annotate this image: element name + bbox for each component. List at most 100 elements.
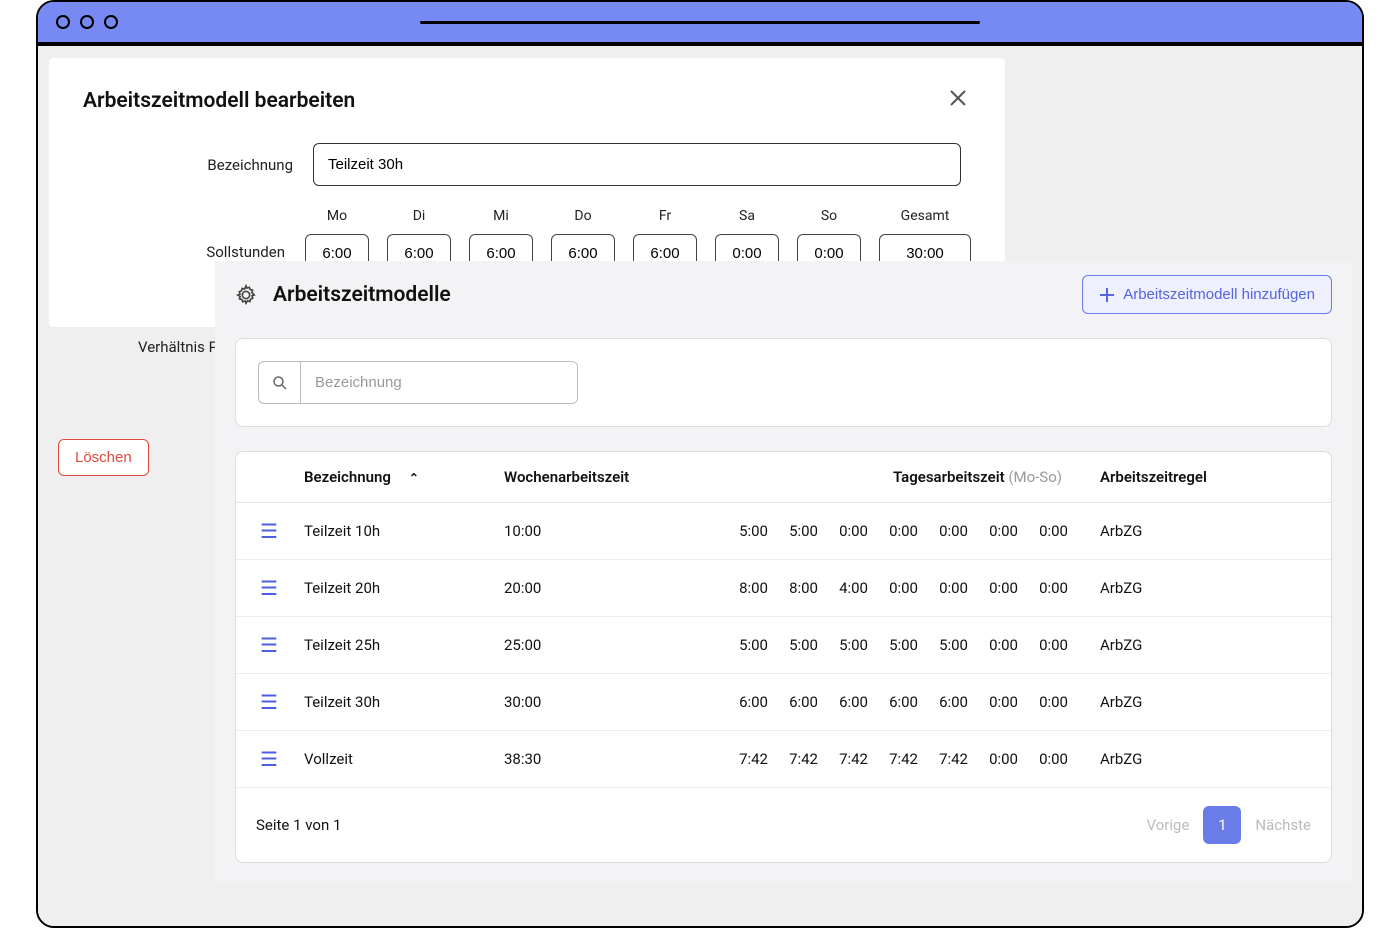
- day-value: 4:00: [832, 579, 868, 597]
- day-value: 0:00: [982, 522, 1018, 540]
- row-days: 7:427:427:427:427:420:000:00: [718, 750, 1068, 768]
- gear-icon[interactable]: [235, 284, 257, 306]
- row-name: Teilzeit 10h: [304, 522, 504, 540]
- table-row[interactable]: ☰ Teilzeit 20h 20:00 8:00 8:00 4:00 0:00 0:0…: [236, 560, 1331, 617]
- window-controls: [56, 15, 118, 29]
- day-value: 6:00: [832, 693, 868, 711]
- day-value: 7:42: [832, 750, 868, 768]
- col-days[interactable]: Tagesarbeitszeit (Mo-So): [718, 468, 1068, 486]
- day-value: 0:00: [832, 522, 868, 540]
- window-maximize-icon[interactable]: [104, 15, 118, 29]
- row-name: Teilzeit 20h: [304, 579, 504, 597]
- name-input[interactable]: [313, 143, 961, 186]
- models-table: Bezeichnung⌃ Wochenarbeitszeit Tagesarbe…: [235, 451, 1332, 863]
- day-header: Fr: [633, 208, 697, 224]
- row-name: Teilzeit 30h: [304, 693, 504, 711]
- pager: Seite 1 von 1 Vorige 1 Nächste: [236, 788, 1331, 862]
- day-value: 5:00: [882, 636, 918, 654]
- day-value: 7:42: [882, 750, 918, 768]
- row-week: 10:00: [504, 522, 718, 540]
- day-value: 0:00: [1032, 522, 1068, 540]
- day-value: 0:00: [1032, 693, 1068, 711]
- row-rule: ArbZG: [1068, 693, 1317, 711]
- day-value: 5:00: [732, 636, 768, 654]
- search-input[interactable]: [301, 362, 577, 403]
- sheet-title: Arbeitszeitmodelle: [273, 283, 451, 307]
- total-header: Gesamt: [879, 208, 971, 224]
- day-value: 0:00: [982, 636, 1018, 654]
- col-rule[interactable]: Arbeitszeitregel: [1068, 468, 1317, 486]
- table-header: Bezeichnung⌃ Wochenarbeitszeit Tagesarbe…: [236, 452, 1331, 503]
- col-name[interactable]: Bezeichnung⌃: [304, 468, 504, 486]
- plus-icon: [1099, 287, 1115, 303]
- row-week: 25:00: [504, 636, 718, 654]
- search-icon[interactable]: [259, 362, 301, 403]
- row-rule: ArbZG: [1068, 636, 1317, 654]
- drag-handle-icon[interactable]: ☰: [250, 747, 304, 771]
- day-value: 5:00: [832, 636, 868, 654]
- day-value: 0:00: [982, 693, 1018, 711]
- close-icon[interactable]: [945, 84, 971, 117]
- row-days: 8:008:004:000:000:000:000:00: [718, 579, 1068, 597]
- sort-asc-icon: ⌃: [409, 471, 419, 485]
- day-header: Mo: [305, 208, 369, 224]
- modal-title: Arbeitszeitmodell bearbeiten: [83, 89, 355, 113]
- day-value: 5:00: [782, 636, 818, 654]
- drag-handle-icon[interactable]: ☰: [250, 519, 304, 543]
- day-value: 0:00: [932, 522, 968, 540]
- day-value: 6:00: [732, 693, 768, 711]
- day-value: 0:00: [1032, 636, 1068, 654]
- drag-handle-icon[interactable]: ☰: [250, 690, 304, 714]
- search-card: [235, 338, 1332, 427]
- pager-next[interactable]: Nächste: [1255, 816, 1311, 834]
- day-value: 0:00: [982, 579, 1018, 597]
- day-header: Di: [387, 208, 451, 224]
- day-value: 0:00: [1032, 750, 1068, 768]
- row-week: 20:00: [504, 579, 718, 597]
- day-header: So: [797, 208, 861, 224]
- row-week: 30:00: [504, 693, 718, 711]
- drag-handle-icon[interactable]: ☰: [250, 576, 304, 600]
- day-value: 5:00: [732, 522, 768, 540]
- day-value: 0:00: [1032, 579, 1068, 597]
- window-minimize-icon[interactable]: [80, 15, 94, 29]
- row-rule: ArbZG: [1068, 522, 1317, 540]
- row-rule: ArbZG: [1068, 579, 1317, 597]
- pager-info: Seite 1 von 1: [256, 816, 341, 834]
- table-row[interactable]: ☰ Teilzeit 10h 10:00 5:00 5:00 0:00 0:00 0:0…: [236, 503, 1331, 560]
- pager-current[interactable]: 1: [1203, 806, 1241, 844]
- titlebar-handle: [420, 21, 980, 24]
- row-days: 6:006:006:006:006:000:000:00: [718, 693, 1068, 711]
- day-value: 0:00: [882, 522, 918, 540]
- add-model-label: Arbeitszeitmodell hinzufügen: [1123, 286, 1315, 303]
- table-row[interactable]: ☰ Vollzeit 38:30 7:427:427:427:427:420:0…: [236, 731, 1331, 788]
- day-value: 8:00: [782, 579, 818, 597]
- row-week: 38:30: [504, 750, 718, 768]
- drag-handle-icon[interactable]: ☰: [250, 633, 304, 657]
- day-value: 8:00: [732, 579, 768, 597]
- day-value: 6:00: [882, 693, 918, 711]
- day-value: 7:42: [782, 750, 818, 768]
- row-days: 5:00 5:00 5:00 5:00 5:00 0:00 0:00: [718, 636, 1068, 654]
- content-area: Arbeitszeitmodell bearbeiten Bezeichnung…: [38, 46, 1362, 926]
- delete-button[interactable]: Löschen: [58, 439, 149, 476]
- day-value: 5:00: [932, 636, 968, 654]
- row-name: Teilzeit 25h: [304, 636, 504, 654]
- add-model-button[interactable]: Arbeitszeitmodell hinzufügen: [1082, 275, 1332, 314]
- row-name: Vollzeit: [304, 750, 504, 768]
- col-week[interactable]: Wochenarbeitszeit: [504, 468, 718, 486]
- row-days: 5:00 5:00 0:00 0:00 0:00 0:00 0:00: [718, 522, 1068, 540]
- day-value: 7:42: [732, 750, 768, 768]
- day-header: Mi: [469, 208, 533, 224]
- day-value: 5:00: [782, 522, 818, 540]
- app-window: Arbeitszeitmodell bearbeiten Bezeichnung…: [36, 0, 1364, 928]
- table-row[interactable]: ☰ Teilzeit 25h 25:00 5:005:005:005:005:0…: [236, 617, 1331, 674]
- day-value: 6:00: [782, 693, 818, 711]
- day-header: Sa: [715, 208, 779, 224]
- day-value: 0:00: [982, 750, 1018, 768]
- titlebar: [38, 2, 1362, 46]
- day-header: Do: [551, 208, 615, 224]
- table-row[interactable]: ☰ Teilzeit 30h 30:00 6:006:006:006:006:0…: [236, 674, 1331, 731]
- pager-prev[interactable]: Vorige: [1147, 816, 1190, 834]
- window-close-icon[interactable]: [56, 15, 70, 29]
